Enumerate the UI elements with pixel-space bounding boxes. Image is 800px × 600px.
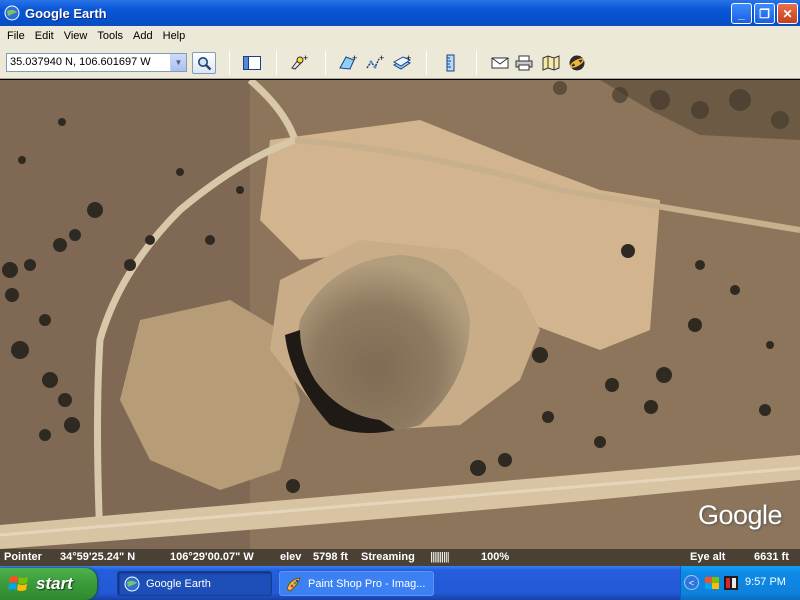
menu-edit[interactable]: Edit: [30, 30, 59, 42]
sidebar-toggle-button[interactable]: [242, 54, 262, 72]
start-button[interactable]: start: [0, 568, 97, 600]
svg-text:+: +: [406, 54, 411, 63]
svg-text:+: +: [352, 54, 357, 63]
task-label: Paint Shop Pro - Imag...: [308, 577, 426, 590]
language-flag-icon[interactable]: [704, 575, 720, 591]
system-tray: < 9:57 PM: [680, 566, 800, 600]
streaming-progress: ||||||||||: [430, 551, 450, 563]
window-title: Google Earth: [25, 5, 107, 21]
close-button[interactable]: ✕: [777, 3, 798, 24]
streaming-label: Streaming: [361, 551, 415, 563]
toolbar-separator: [325, 51, 326, 75]
google-attribution: Google: [698, 500, 783, 530]
google-earth-icon: [124, 576, 140, 591]
image-overlay-button[interactable]: +: [392, 54, 412, 72]
coordinates-input[interactable]: 35.037940 N, 106.601697 W ▼: [6, 53, 187, 72]
task-label: Google Earth: [146, 577, 211, 590]
print-button[interactable]: [514, 54, 534, 72]
sky-button[interactable]: [567, 54, 587, 72]
maximize-button[interactable]: ❐: [754, 3, 775, 24]
map-icon: [542, 55, 560, 71]
print-icon: [515, 55, 533, 71]
elevation-label: elev: [280, 551, 302, 563]
toolbar-separator: [476, 51, 477, 75]
chevron-down-icon[interactable]: ▼: [170, 54, 186, 71]
taskbar-button-paint-shop-pro[interactable]: Paint Shop Pro - Imag...: [279, 571, 434, 596]
pointer-longitude: 106°29'00.07" W: [170, 551, 254, 563]
streaming-percent: 100%: [481, 551, 510, 563]
placemark-button[interactable]: +: [289, 54, 309, 72]
sky-icon: [569, 55, 585, 71]
toolbar: 35.037940 N, 106.601697 W ▼ + + + +: [0, 46, 800, 79]
menu-bar: File Edit View Tools Add Help: [0, 26, 800, 46]
elevation-value: 5798 ft: [313, 551, 348, 563]
sidebar-toggle-icon: [243, 56, 261, 70]
svg-text:+: +: [379, 54, 384, 63]
google-earth-icon: [4, 5, 20, 21]
status-bar: Pointer 34°59'25.24" N 106°29'00.07" W e…: [0, 549, 800, 566]
minimize-button[interactable]: _: [731, 3, 752, 24]
menu-add[interactable]: Add: [128, 30, 158, 42]
chevron-left-icon[interactable]: <: [684, 575, 699, 590]
map-button[interactable]: [541, 54, 561, 72]
ruler-icon: [446, 54, 455, 72]
svg-text:+: +: [303, 54, 308, 63]
polygon-button[interactable]: +: [338, 54, 358, 72]
email-button[interactable]: [490, 54, 510, 72]
satellite-imagery: [0, 80, 800, 549]
image-overlay-icon: +: [392, 54, 411, 70]
search-button[interactable]: [192, 52, 216, 74]
tray-app-icon[interactable]: [723, 575, 739, 591]
path-button[interactable]: +: [365, 54, 385, 72]
map-view[interactable]: Google: [0, 80, 800, 549]
placemark-icon: +: [291, 54, 308, 70]
eye-alt-value: 6631 ft: [754, 551, 789, 563]
menu-help[interactable]: Help: [158, 30, 191, 42]
taskbar: start Google Earth Paint Shop Pro - Imag…: [0, 566, 800, 600]
path-icon: +: [366, 54, 384, 69]
clock: 9:57 PM: [745, 576, 786, 588]
pointer-latitude: 34°59'25.24" N: [60, 551, 136, 563]
menu-view[interactable]: View: [59, 30, 93, 42]
taskbar-button-google-earth[interactable]: Google Earth: [117, 571, 272, 596]
menu-file[interactable]: File: [2, 30, 30, 42]
paint-shop-pro-icon: [286, 576, 301, 592]
email-icon: [491, 57, 509, 69]
start-label: start: [36, 574, 73, 593]
windows-logo-icon: [8, 576, 28, 591]
menu-tools[interactable]: Tools: [92, 30, 128, 42]
polygon-icon: +: [339, 54, 357, 70]
toolbar-separator: [276, 51, 277, 75]
toolbar-separator: [426, 51, 427, 75]
pointer-label: Pointer: [4, 551, 42, 563]
search-icon: [197, 56, 211, 70]
ruler-button[interactable]: [441, 54, 461, 72]
eye-alt-label: Eye alt: [690, 551, 726, 563]
coordinates-value: 35.037940 N, 106.601697 W: [10, 56, 151, 68]
toolbar-separator: [229, 51, 230, 75]
title-bar[interactable]: Google Earth _ ❐ ✕: [0, 0, 800, 26]
